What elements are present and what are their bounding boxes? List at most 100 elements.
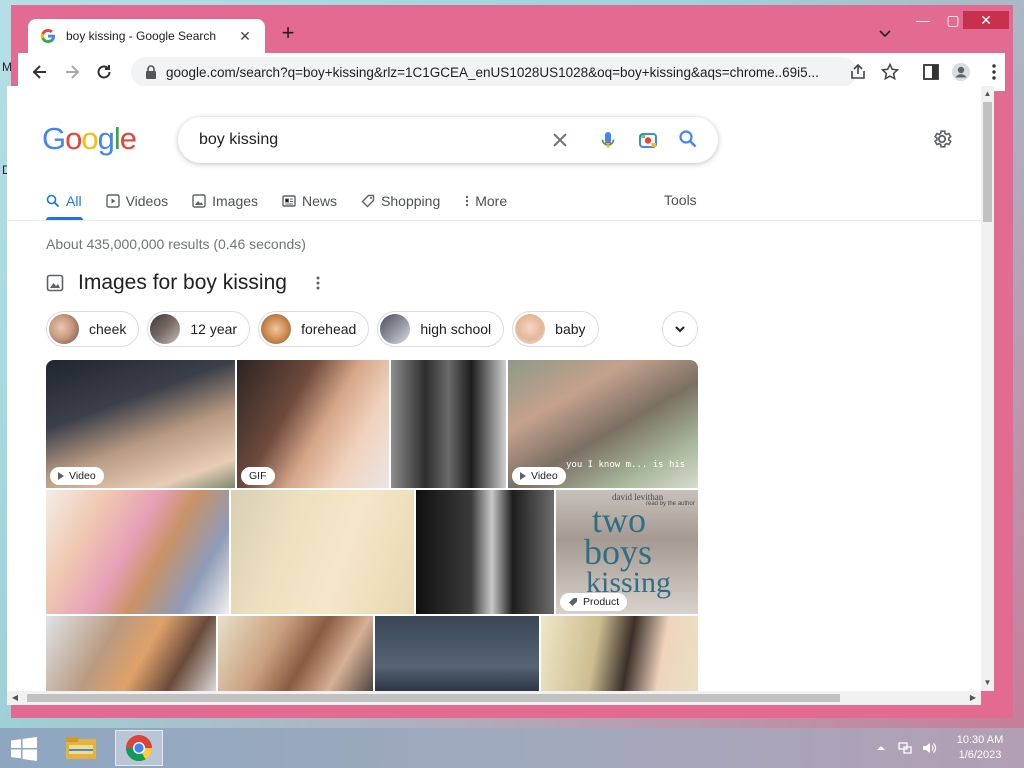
chip-forehead[interactable]: forehead xyxy=(258,311,370,347)
chip-label: baby xyxy=(555,321,586,337)
chip-high-school[interactable]: high school xyxy=(377,311,505,347)
chip-cheek[interactable]: cheek xyxy=(46,311,140,347)
chip-thumbnail xyxy=(150,314,181,344)
taskbar: 10:30 AM 1/6/2023 xyxy=(0,728,1024,768)
minimize-button[interactable]: — xyxy=(908,11,938,29)
video-subtitle: you I know m... is his xyxy=(566,460,686,470)
horizontal-scrollbar[interactable]: ◀ ▶ xyxy=(7,691,981,705)
tag-icon xyxy=(569,598,577,606)
scroll-left-arrow-icon[interactable]: ◀ xyxy=(9,691,21,705)
image-result[interactable] xyxy=(46,616,216,691)
lock-icon xyxy=(146,65,156,79)
windows-start-icon[interactable] xyxy=(10,737,38,761)
image-result[interactable]: david levithan read by the author two bo… xyxy=(556,490,698,614)
share-icon[interactable] xyxy=(848,62,868,82)
image-result[interactable] xyxy=(416,490,554,614)
tab-images[interactable]: Images xyxy=(192,190,258,212)
image-result[interactable]: Video you I know m... is his xyxy=(508,360,698,488)
badge-label: Video xyxy=(69,470,96,482)
file-explorer-icon xyxy=(66,737,96,759)
tools-button[interactable]: Tools xyxy=(664,192,697,208)
scroll-up-arrow-icon[interactable]: ▲ xyxy=(981,88,994,100)
scroll-down-arrow-icon[interactable]: ▼ xyxy=(981,677,994,689)
image-result[interactable] xyxy=(541,616,698,691)
chip-thumbnail xyxy=(49,314,79,344)
chip-12-year[interactable]: 12 year xyxy=(147,311,251,347)
lens-camera-icon[interactable] xyxy=(638,130,658,150)
profile-avatar-icon[interactable] xyxy=(951,62,971,82)
google-logo[interactable]: Google xyxy=(42,121,137,157)
vertical-scroll-thumb[interactable] xyxy=(983,102,992,222)
settings-gear-icon[interactable] xyxy=(931,128,953,150)
image-icon xyxy=(46,274,64,292)
horizontal-scroll-thumb[interactable] xyxy=(27,694,840,702)
tab-shopping[interactable]: Shopping xyxy=(361,190,440,212)
vertical-dots-icon xyxy=(466,195,469,207)
newspaper-icon xyxy=(282,195,296,207)
search-icon[interactable] xyxy=(678,129,698,149)
volume-speaker-icon[interactable] xyxy=(921,740,937,756)
video-badge: Video xyxy=(50,467,104,485)
images-section-header: Images for boy kissing xyxy=(46,271,321,295)
bookmark-star-icon[interactable] xyxy=(880,62,900,82)
badge-label: GIF xyxy=(249,470,267,482)
file-explorer-taskbar-button[interactable] xyxy=(57,730,105,766)
address-bar[interactable]: google.com/search?q=boy+kissing&rlz=1C1G… xyxy=(131,57,857,87)
tab-news[interactable]: News xyxy=(282,190,337,212)
chip-thumbnail xyxy=(515,314,546,344)
search-icon xyxy=(46,194,60,208)
tab-all[interactable]: All xyxy=(46,190,82,212)
section-options-icon[interactable] xyxy=(315,274,321,292)
tab-close-icon[interactable]: ✕ xyxy=(237,28,253,45)
show-hidden-icons-chevron-icon[interactable] xyxy=(873,740,889,756)
network-icon[interactable] xyxy=(897,740,913,756)
tab-title: boy kissing - Google Search xyxy=(66,29,217,43)
chip-thumbnail xyxy=(380,314,411,344)
image-result[interactable]: GIF xyxy=(237,360,389,488)
chip-baby[interactable]: baby xyxy=(512,311,599,347)
clock-time: 10:30 AM xyxy=(956,734,1004,746)
image-result[interactable] xyxy=(375,616,539,691)
image-results-grid: Video GIF Video you I know m... is his d… xyxy=(46,360,698,691)
tab-strip: boy kissing - Google Search ✕ + — ▢ ✕ xyxy=(11,5,1013,53)
tab-videos[interactable]: Videos xyxy=(105,190,168,212)
close-window-button[interactable]: ✕ xyxy=(963,11,1009,29)
clear-search-icon[interactable] xyxy=(550,130,570,150)
side-panel-icon[interactable] xyxy=(921,62,941,82)
image-result[interactable] xyxy=(46,490,229,614)
back-arrow-icon[interactable] xyxy=(30,62,50,82)
search-input[interactable]: boy kissing xyxy=(178,117,718,163)
system-clock[interactable]: 10:30 AM 1/6/2023 xyxy=(948,733,1012,763)
tab-shopping-label: Shopping xyxy=(381,193,441,209)
chips-expand-button[interactable] xyxy=(662,311,698,347)
new-tab-button[interactable]: + xyxy=(277,22,299,45)
image-result[interactable]: Video xyxy=(46,360,235,488)
kebab-menu-icon[interactable] xyxy=(984,62,1004,82)
chrome-taskbar-button[interactable] xyxy=(115,730,163,766)
tab-images-label: Images xyxy=(212,193,259,209)
video-play-icon xyxy=(105,194,120,208)
url-text: google.com/search?q=boy+kissing&rlz=1C1G… xyxy=(166,64,819,80)
image-result[interactable] xyxy=(231,490,414,614)
tag-icon xyxy=(361,194,375,208)
reload-icon[interactable] xyxy=(94,62,114,82)
result-stats: About 435,000,000 results (0.46 seconds) xyxy=(46,236,306,252)
vertical-scrollbar[interactable]: ▲ ▼ xyxy=(981,86,994,691)
chip-thumbnail xyxy=(261,314,292,344)
scroll-right-arrow-icon[interactable]: ▶ xyxy=(967,691,979,705)
tab-all-label: All xyxy=(66,193,82,209)
clock-date: 1/6/2023 xyxy=(958,749,1002,761)
refinement-chips: cheek 12 year forehead high school baby xyxy=(46,311,607,347)
tab-search-chevron-icon[interactable] xyxy=(877,25,893,41)
nav-divider xyxy=(7,220,988,221)
tab-more[interactable]: More xyxy=(464,190,507,212)
voice-search-mic-icon[interactable] xyxy=(598,130,618,150)
forward-arrow-icon[interactable] xyxy=(62,62,82,82)
search-nav-tabs: All Videos Images News Shopping More xyxy=(46,190,531,220)
browser-tab[interactable]: boy kissing - Google Search ✕ xyxy=(28,19,265,53)
image-result[interactable] xyxy=(391,360,506,488)
image-icon xyxy=(192,194,206,208)
play-icon xyxy=(58,472,64,480)
image-result[interactable] xyxy=(218,616,373,691)
chip-label: high school xyxy=(420,321,492,337)
